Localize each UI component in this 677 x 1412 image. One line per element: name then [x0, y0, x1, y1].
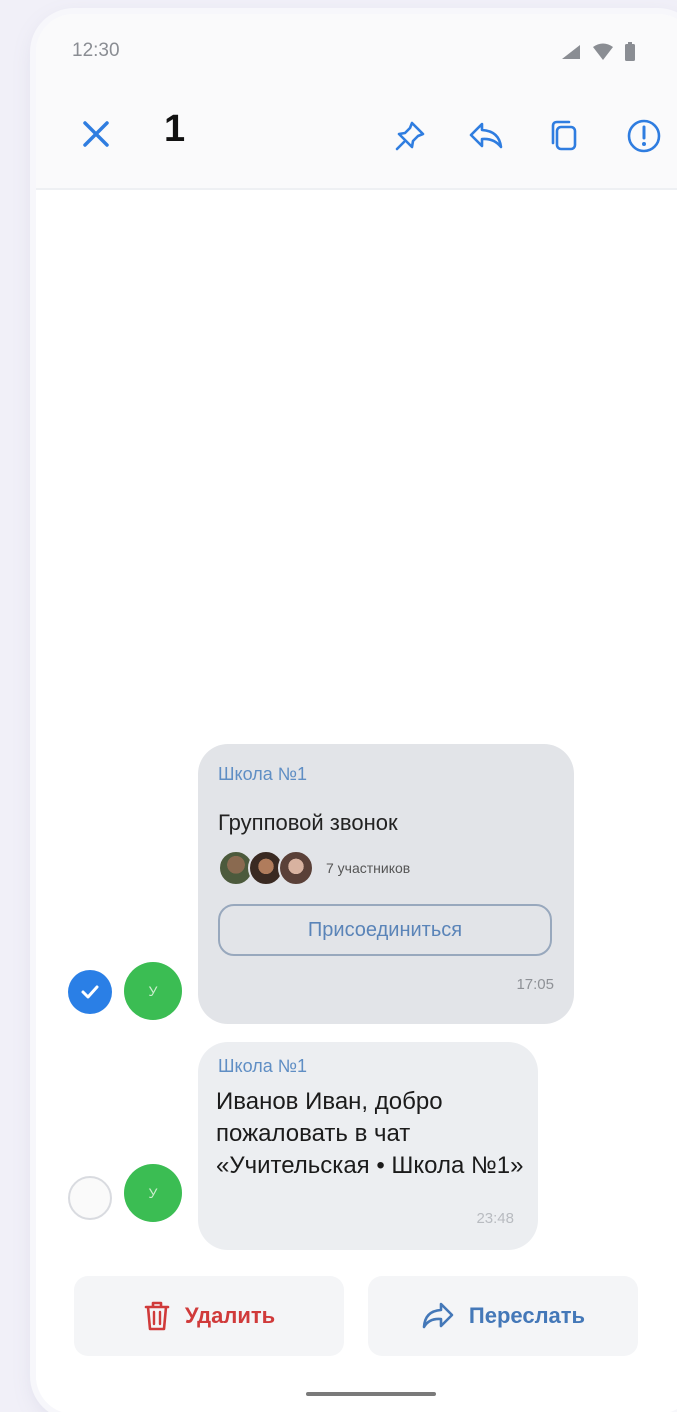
battery-icon — [625, 42, 635, 61]
report-icon — [627, 119, 661, 153]
message-text: Иванов Иван, добро пожаловать в чат «Учи… — [216, 1088, 524, 1179]
message-time: 23:48 — [476, 1210, 514, 1227]
participants-count: 7 участников — [326, 860, 411, 876]
forward-button[interactable]: Переслать — [368, 1276, 638, 1356]
message-sender: Школа №1 — [218, 764, 308, 784]
status-bar: 12:30 — [36, 14, 677, 78]
status-icons — [560, 42, 636, 62]
message-select-checkbox[interactable] — [68, 970, 112, 1014]
participant-avatar — [278, 850, 314, 886]
reply-icon — [469, 122, 503, 149]
message-bubble[interactable]: Школа №1 Групповой звонок 7 участников П… — [198, 744, 574, 1024]
message-time: 17:05 — [516, 976, 554, 993]
delete-button[interactable]: Удалить — [74, 1276, 344, 1356]
avatar[interactable]: У — [124, 1164, 182, 1222]
message-sender: Школа №1 — [218, 1056, 308, 1076]
reply-button[interactable] — [466, 116, 506, 156]
copy-button[interactable] — [544, 116, 584, 156]
avatar[interactable]: У — [124, 962, 182, 1020]
pin-icon — [395, 121, 425, 151]
status-time: 12:30 — [72, 40, 120, 61]
signal-icon — [562, 45, 580, 59]
forward-label: Переслать — [468, 1303, 586, 1328]
report-button[interactable] — [624, 116, 664, 156]
selected-count: 1 — [164, 108, 186, 150]
close-selection-button[interactable] — [76, 114, 116, 154]
check-icon — [81, 985, 99, 999]
wifi-icon — [593, 43, 613, 60]
copy-icon — [551, 120, 577, 151]
bottom-action-bar: Удалить Переслать — [36, 1270, 677, 1412]
delete-label: Удалить — [184, 1303, 276, 1328]
message-bubble[interactable]: Школа №1 Иванов Иван, добро пожаловать в… — [198, 1042, 538, 1250]
trash-icon — [144, 1301, 170, 1331]
forward-icon — [422, 1302, 454, 1329]
call-participants: 7 участников — [218, 850, 410, 886]
chat-messages: У Школа №1 Групповой звонок 7 участников… — [36, 190, 677, 1270]
join-call-button[interactable]: Присоединиться — [218, 904, 552, 956]
home-indicator[interactable] — [306, 1392, 436, 1396]
message-select-checkbox[interactable] — [68, 1176, 112, 1220]
selection-appbar: 1 — [36, 78, 677, 190]
phone-screen: 12:30 1 У Школа №1 Групповой звонок 7 уч… — [36, 14, 677, 1412]
close-icon — [83, 121, 109, 147]
call-title: Групповой звонок — [218, 810, 398, 835]
pin-button[interactable] — [390, 116, 430, 156]
